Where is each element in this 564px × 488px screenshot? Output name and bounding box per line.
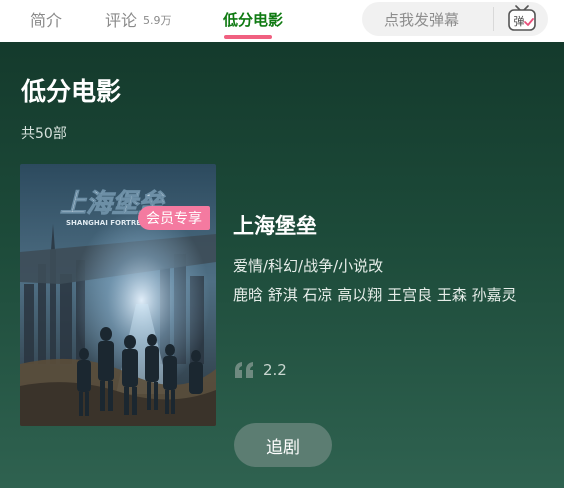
tab-comments-count: 5.9万 <box>143 14 172 27</box>
rating-row: 2.2 <box>233 360 287 380</box>
danmaku-divider <box>493 7 494 31</box>
vip-exclusive-badge: 会员专享 <box>138 206 210 230</box>
tab-comments[interactable]: 评论 5.9万 <box>105 0 172 38</box>
movie-poster[interactable]: 上海堡垒 SHANGHAI FORTRESS <box>20 164 216 426</box>
danmaku-tv-icon[interactable]: 弹 <box>506 5 538 33</box>
movie-genres: 爱情/科幻/战争/小说改 <box>233 257 384 275</box>
follow-button[interactable]: 追剧 <box>234 423 332 467</box>
danmaku-input[interactable]: 点我发弹幕 弹 <box>362 2 548 36</box>
panel-count: 共50部 <box>21 126 67 142</box>
panel-title: 低分电影 <box>21 77 122 106</box>
danmaku-icon-label: 弹 <box>514 14 525 28</box>
danmaku-placeholder: 点我发弹幕 <box>384 11 460 29</box>
tab-comments-label: 评论 <box>105 11 138 30</box>
tab-intro[interactable]: 简介 <box>30 0 62 38</box>
movie-title[interactable]: 上海堡垒 <box>233 210 317 240</box>
tab-intro-label: 简介 <box>30 11 63 30</box>
quote-icon <box>233 360 255 380</box>
active-tab-indicator <box>224 35 272 39</box>
movie-cast: 鹿晗 舒淇 石凉 高以翔 王宫良 王森 孙嘉灵 <box>233 286 517 304</box>
tab-low-score-label: 低分电影 <box>223 10 284 29</box>
movie-rating: 2.2 <box>263 361 287 379</box>
top-tab-bar: 简介 评论 5.9万 低分电影 点我发弹幕 弹 <box>0 0 564 42</box>
tab-low-score-movies[interactable]: 低分电影 <box>223 0 283 38</box>
